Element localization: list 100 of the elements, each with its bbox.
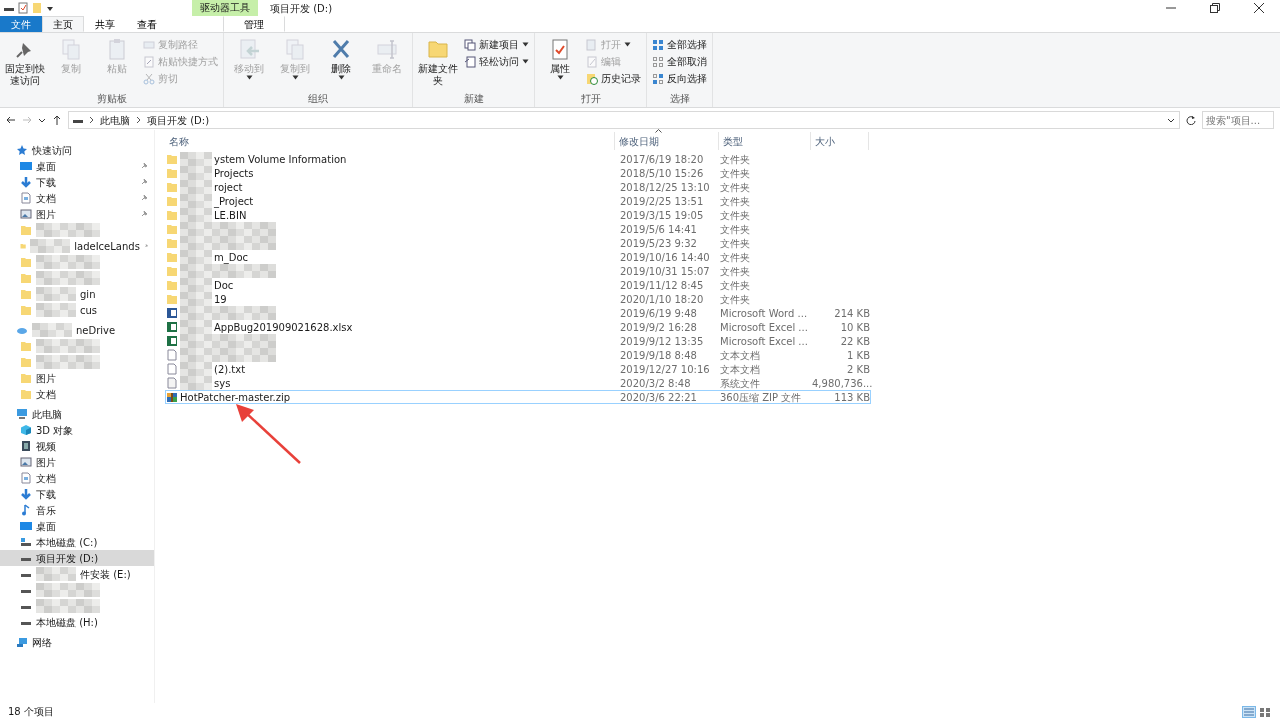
scissors-icon [143,72,155,85]
ribbon-button[interactable]: 轻松访问 [462,54,531,69]
sidebar-label: ladeIceLands [74,239,140,254]
file-row[interactable]: (2).txt 2019/12/27 10:16 文本文档 2 KB [165,362,871,376]
file-row[interactable]: sys 2020/3/2 8:48 系统文件 4,980,736... [165,376,871,390]
ribbon-button[interactable]: 固定到快速访问 [3,35,47,91]
file-row[interactable]: 2019/9/12 13:35 Microsoft Excel ... 22 KB [165,334,871,348]
file-row[interactable]: roject 2018/12/25 13:10 文件夹 [165,180,871,194]
column-header[interactable]: 修改日期 [615,132,719,150]
chevron-right-icon [89,116,94,124]
ribbon-tab[interactable]: 共享 [84,16,126,32]
chevron-down-icon [38,116,46,124]
sidebar-item[interactable]: 文档 [0,470,154,486]
ribbon-tab[interactable]: 查看 [126,16,168,32]
type-cell-text: 文件夹 [720,166,751,181]
file-row[interactable]: 2019/6/19 9:48 Microsoft Word ... 214 KB [165,306,871,320]
sidebar-item[interactable]: 快速访问 [0,142,154,158]
sidebar-label: 图片 [36,455,56,470]
sidebar-item[interactable]: neDrive [0,322,154,338]
file-row[interactable]: 2019/9/18 8:48 文本文档 1 KB [165,348,871,362]
type-cell-text: 文件夹 [720,208,751,223]
date-cell-text: 2019/9/12 13:35 [619,334,705,349]
group-label: 剪贴板 [95,92,128,106]
size-cell-text: 214 KB [833,306,870,321]
column-header[interactable]: 类型 [719,132,811,150]
sidebar-item[interactable]: 桌面 [0,158,154,174]
file-row[interactable]: LE.BIN 2019/3/15 19:05 文件夹 [165,208,871,222]
search-field[interactable]: 搜索"项目... [1202,111,1274,129]
type-cell-text: 文件夹 [720,152,751,167]
date-cell-text: 2018/5/10 15:26 [619,166,705,181]
ribbon-button[interactable]: 全部选择 [650,37,709,52]
file-row[interactable]: 2019/10/31 15:07 文件夹 [165,264,871,278]
sidebar-item[interactable]: 本地磁盘 (C:) [0,534,154,550]
file-row[interactable]: 19 2020/1/10 18:20 文件夹 [165,292,871,306]
file-row[interactable]: ystem Volume Information 2017/6/19 18:20 文件夹 [165,152,871,166]
date-cell-text: 2019/10/16 14:40 [619,250,711,265]
file-row[interactable]: Projects 2018/5/10 15:26 文件夹 [165,166,871,180]
ribbon-button[interactable]: 新建项目 [462,37,531,52]
sidebar-label: 快速访问 [32,143,72,158]
up-arrow-icon [52,115,62,125]
sidebar-item[interactable]: 视频 [0,438,154,454]
date-cell-text: 2019/9/2 16:28 [619,320,698,335]
file-row[interactable]: HotPatcher-master.zip 2020/3/6 22:21 360压缩 ZIP 文件 113 KB [165,390,871,404]
chevron-right-icon [136,116,141,124]
ribbon-button[interactable]: 历史记录 [584,71,643,86]
move-icon [237,37,261,61]
sidebar-item[interactable]: 文档 [0,386,154,402]
column-header[interactable]: 大小 [811,132,869,150]
sidebar-label: 网络 [32,635,52,650]
folder-icon [32,2,42,14]
sidebar-label: cus [80,303,98,318]
sidebar-item[interactable]: 图片 [0,454,154,470]
sidebar-item[interactable]: ladeIceLands [0,238,154,254]
breadcrumb[interactable]: 此电脑 [100,112,130,128]
column-header[interactable]: 名称 [165,132,615,150]
easy-access-icon [464,55,476,68]
sidebar-item[interactable]: 音乐 [0,502,154,518]
type-cell-text: 文件夹 [720,222,751,237]
size-cell-text: 1 KB [846,348,870,363]
sidebar-item[interactable]: 件安装 (E:) [0,566,154,582]
sidebar-item[interactable]: 图片 [0,206,154,222]
sidebar-item[interactable]: 下载 [0,174,154,190]
sidebar-item[interactable]: 本地磁盘 (H:) [0,614,154,630]
sidebar-item[interactable]: 此电脑 [0,406,154,422]
ribbon-tab[interactable]: 管理 [223,16,285,32]
sidebar-item[interactable]: gin [0,286,154,302]
view-toggle-button[interactable] [1258,705,1272,718]
invert-selection-icon [652,72,664,85]
view-toggle-button[interactable] [1242,705,1256,718]
ribbon-button[interactable]: 反向选择 [650,71,709,86]
type-cell-text: 文件夹 [720,264,751,279]
ribbon-tab[interactable]: 文件 [0,16,42,32]
edit-icon [586,55,598,68]
sidebar-item[interactable]: 3D 对象 [0,422,154,438]
sidebar-label: 图片 [36,371,56,386]
file-row[interactable]: Doc 2019/11/12 8:45 文件夹 [165,278,871,292]
file-row[interactable]: 2019/5/23 9:32 文件夹 [165,236,871,250]
type-cell-text: 文本文档 [720,348,761,363]
sidebar-item[interactable]: cus [0,302,154,318]
ribbon-button[interactable]: 新建文件夹 [416,35,460,91]
sidebar-item[interactable]: 下载 [0,486,154,502]
sidebar-item[interactable]: 网络 [0,634,154,650]
sidebar-item[interactable]: 项目开发 (D:) [0,550,154,566]
file-row[interactable]: AppBug201909021628.xlsx 2019/9/2 16:28 Microsoft Excel ... 10 KB [165,320,871,334]
sidebar-item[interactable]: 图片 [0,370,154,386]
sidebar-label: 本地磁盘 (C:) [36,535,98,550]
file-row[interactable]: 2019/5/6 14:41 文件夹 [165,222,871,236]
window-title: 项目开发 (D:) [270,1,333,16]
ribbon-button[interactable]: 删除 [319,35,363,91]
ribbon-button[interactable]: 属性 [538,35,582,91]
sidebar-item[interactable]: 桌面 [0,518,154,534]
file-row[interactable]: m_Doc 2019/10/16 14:40 文件夹 [165,250,871,264]
date-cell-text: 2019/5/6 14:41 [619,222,698,237]
sidebar-item[interactable]: 文档 [0,190,154,206]
breadcrumb[interactable]: 项目开发 (D:) [147,112,210,128]
copy-icon [283,37,307,61]
type-cell-text: 文件夹 [720,292,751,307]
ribbon-button[interactable]: 全部取消 [650,54,709,69]
file-row[interactable]: _Project 2019/2/25 13:51 文件夹 [165,194,871,208]
ribbon-tab[interactable]: 主页 [42,16,84,32]
